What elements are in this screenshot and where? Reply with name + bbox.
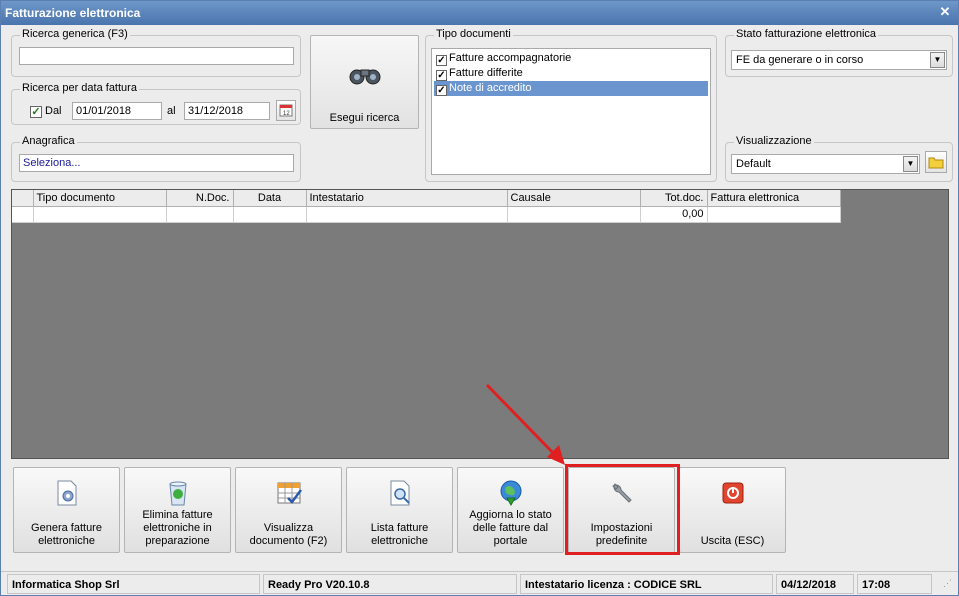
genera-button[interactable]: Genera fatture elettroniche xyxy=(13,467,120,553)
dal-checkbox[interactable]: ✓ xyxy=(30,106,42,118)
anagrafica-group: Anagrafica Seleziona... xyxy=(11,135,301,182)
elimina-button[interactable]: Elimina fatture elettroniche in preparaz… xyxy=(124,467,231,553)
chevron-down-icon[interactable]: ▼ xyxy=(930,52,945,68)
calendar-icon[interactable]: 12 xyxy=(276,100,296,121)
table-header: Tipo documento N.Doc. Data Intestatario … xyxy=(12,190,841,207)
list-item[interactable]: ✓ Fatture accompagnatorie xyxy=(434,51,571,66)
status-date: 04/12/2018 xyxy=(776,574,854,594)
close-icon[interactable]: ✕ xyxy=(938,5,952,19)
row-indicator xyxy=(12,206,34,223)
date-to-field[interactable]: 31/12/2018 xyxy=(184,102,270,120)
ricerca-data-label: Ricerca per data fattura xyxy=(20,82,139,94)
list-item[interactable]: ✓ Note di accredito xyxy=(434,81,708,96)
documents-grid[interactable]: Tipo documento N.Doc. Data Intestatario … xyxy=(11,189,949,459)
visualizza-button[interactable]: Visualizza documento (F2) xyxy=(235,467,342,553)
list-item-label: Note di accredito xyxy=(449,82,532,94)
chevron-down-icon[interactable]: ▼ xyxy=(903,156,918,172)
table-cell[interactable] xyxy=(166,206,234,223)
stato-select[interactable]: FE da generare o in corso ▼ xyxy=(731,50,947,70)
grid-check-icon xyxy=(277,482,302,504)
lista-button[interactable]: Lista fatture elettroniche xyxy=(346,467,453,553)
ricerca-data-group: Ricerca per data fattura ✓ Dal 01/01/201… xyxy=(11,82,301,125)
aggiorna-button-label: Aggiorna lo stato delle fatture dal port… xyxy=(469,509,552,547)
table-row[interactable]: 0,00 xyxy=(12,206,841,223)
column-header[interactable]: Causale xyxy=(507,190,641,207)
arrow-icon xyxy=(485,383,565,465)
window-title: Fatturazione elettronica xyxy=(5,6,141,20)
date-from-field[interactable]: 01/01/2018 xyxy=(72,102,162,120)
status-licenza: Intestatario licenza : CODICE SRL xyxy=(520,574,773,594)
visualizzazione-label: Visualizzazione xyxy=(734,135,814,147)
status-version: Ready Pro V20.10.8 xyxy=(263,574,517,594)
main-window: Fatturazione elettronica ✕ Ricerca gener… xyxy=(0,0,959,596)
table-cell[interactable] xyxy=(507,206,641,223)
document-gear-icon xyxy=(57,480,76,506)
al-label: al xyxy=(167,105,176,117)
ricerca-generica-group: Ricerca generica (F3) xyxy=(11,28,301,77)
check-icon[interactable]: ✓ xyxy=(436,70,447,81)
column-header[interactable]: Data xyxy=(233,190,307,207)
column-header[interactable]: Tipo documento xyxy=(33,190,167,207)
visualizza-button-label: Visualizza documento (F2) xyxy=(249,522,328,547)
search-button[interactable]: Esegui ricerca xyxy=(310,35,419,129)
elimina-button-label: Elimina fatture elettroniche in preparaz… xyxy=(142,509,213,547)
check-icon[interactable]: ✓ xyxy=(436,55,447,66)
ricerca-generica-label: Ricerca generica (F3) xyxy=(20,28,130,40)
status-company: Informatica Shop Srl xyxy=(7,574,260,594)
visualizzazione-select-value: Default xyxy=(736,158,771,170)
anagrafica-label: Anagrafica xyxy=(20,135,77,147)
list-item[interactable]: ✓ Fatture differite xyxy=(434,66,523,81)
aggiorna-button[interactable]: Aggiorna lo stato delle fatture dal port… xyxy=(457,467,564,553)
visualizzazione-select[interactable]: Default ▼ xyxy=(731,154,920,174)
tipo-documenti-label: Tipo documenti xyxy=(434,28,513,40)
svg-text:12: 12 xyxy=(283,111,290,117)
highlight-box xyxy=(565,464,680,555)
list-item-label: Fatture accompagnatorie xyxy=(449,52,572,64)
binoculars-icon xyxy=(349,69,381,85)
column-header[interactable]: Intestatario xyxy=(306,190,508,207)
document-search-icon xyxy=(390,480,410,506)
stato-label: Stato fatturazione elettronica xyxy=(734,28,879,40)
documents-table: Tipo documento N.Doc. Data Intestatario … xyxy=(12,190,841,223)
list-item-label: Fatture differite xyxy=(449,67,523,79)
table-cell[interactable] xyxy=(33,206,167,223)
table-cell[interactable]: 0,00 xyxy=(640,206,708,223)
uscita-button[interactable]: Uscita (ESC) xyxy=(679,467,786,553)
search-button-label: Esegui ricerca xyxy=(329,112,400,124)
status-time: 17:08 xyxy=(857,574,932,594)
column-header[interactable]: Fattura elettronica xyxy=(707,190,841,207)
stato-select-value: FE da generare o in corso xyxy=(736,54,864,66)
row-indicator-header xyxy=(12,190,34,207)
globe-download-icon xyxy=(500,480,521,507)
search-input[interactable] xyxy=(19,47,294,65)
table-cell[interactable] xyxy=(233,206,307,223)
column-header[interactable]: Tot.doc. xyxy=(640,190,708,207)
status-bar: Informatica Shop Srl Ready Pro V20.10.8 … xyxy=(1,571,958,595)
resize-grip-icon[interactable]: ⋰ xyxy=(943,578,952,589)
recycle-bin-icon xyxy=(168,481,187,506)
dal-label: Dal xyxy=(45,105,62,117)
lista-button-label: Lista fatture elettroniche xyxy=(370,522,429,547)
table-cell[interactable] xyxy=(707,206,841,223)
genera-button-label: Genera fatture elettroniche xyxy=(31,522,102,547)
folder-icon[interactable] xyxy=(925,151,947,173)
table-cell[interactable] xyxy=(306,206,508,223)
title-bar: Fatturazione elettronica ✕ xyxy=(1,1,958,25)
power-icon xyxy=(722,482,743,504)
column-header[interactable]: N.Doc. xyxy=(166,190,234,207)
uscita-button-label: Uscita (ESC) xyxy=(700,535,765,547)
anagrafica-field[interactable]: Seleziona... xyxy=(19,154,294,172)
check-icon[interactable]: ✓ xyxy=(436,85,447,96)
